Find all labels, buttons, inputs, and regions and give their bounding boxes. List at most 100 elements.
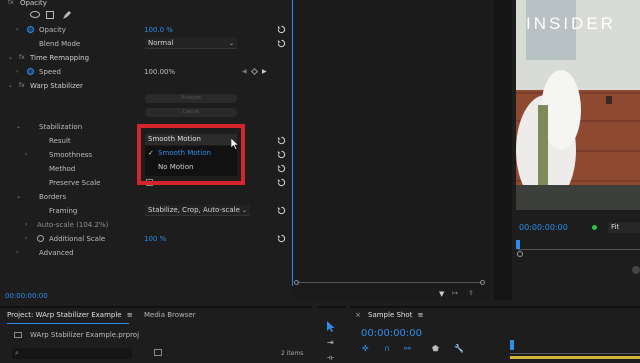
menu-icon[interactable]: ≡ xyxy=(418,311,424,319)
time-remapping-header: Time Remapping xyxy=(30,54,90,62)
scroll-handle-right[interactable] xyxy=(480,280,485,285)
autoscale-label: Auto-scale (104.2%) xyxy=(37,221,109,229)
opacity-value[interactable]: 100.0 % xyxy=(144,23,173,37)
expand-arrow-icon[interactable]: › xyxy=(25,218,27,232)
previous-keyframe-icon[interactable]: ◀ xyxy=(242,65,247,79)
tab-media-browser[interactable]: Media Browser xyxy=(144,311,196,319)
dropdown-option-no-motion[interactable]: No Motion xyxy=(145,161,237,173)
pen-mask-icon[interactable] xyxy=(62,10,72,22)
ripple-edit-tool-icon[interactable]: ⟛ xyxy=(327,353,334,363)
timeline-timecode[interactable]: 00:00:00:00 xyxy=(361,328,422,339)
program-ruler[interactable] xyxy=(516,240,640,250)
export-frame-icon[interactable]: ↦ xyxy=(452,289,458,297)
opacity-label: Opacity xyxy=(39,26,66,34)
expand-arrow-icon[interactable]: ⌄ xyxy=(16,120,21,134)
tab-sample-shot[interactable]: Sample Shot ≡ xyxy=(368,311,424,319)
fit-select[interactable]: Fit xyxy=(608,222,640,233)
speed-value[interactable]: 100.00% xyxy=(144,65,175,79)
framing-select[interactable]: Stabilize, Crop, Auto-scale ⌄ xyxy=(145,205,250,216)
selection-tool-icon[interactable] xyxy=(326,320,336,332)
scroll-handle-left[interactable] xyxy=(294,280,299,285)
program-scrollbar[interactable] xyxy=(632,266,640,274)
sequence-tab-label: Sample Shot xyxy=(368,311,413,319)
project-search-input[interactable]: ⌕ xyxy=(12,348,132,359)
expand-arrow-icon[interactable]: ⌄ xyxy=(8,79,13,93)
playhead-icon[interactable] xyxy=(516,240,520,249)
timeline-scrollbar[interactable] xyxy=(294,280,485,287)
stopwatch-icon[interactable] xyxy=(27,68,34,75)
expand-arrow-icon[interactable]: › xyxy=(25,148,27,162)
stopwatch-icon[interactable] xyxy=(37,235,44,242)
reset-icon[interactable] xyxy=(277,136,286,145)
marker-icon[interactable]: ⬟ xyxy=(432,344,439,353)
wrench-icon[interactable]: 🔧 xyxy=(454,344,464,353)
time-remapping-row[interactable]: ⌄ fx Time Remapping xyxy=(0,51,292,65)
blend-mode-select[interactable]: Normal ⌄ xyxy=(145,38,237,49)
close-icon[interactable]: × xyxy=(355,311,361,319)
timeline-toolbar: ✜ ∩ ⚯ ⬟ 🔧 xyxy=(362,344,472,356)
opacity-property-row: › Opacity 100.0 % xyxy=(0,23,292,37)
reset-icon[interactable] xyxy=(277,178,286,187)
expand-arrow-icon[interactable]: › xyxy=(16,23,18,37)
effect-controls-timeline: ▼ ↦ ⇪ xyxy=(292,0,494,300)
new-bin-icon[interactable] xyxy=(154,349,162,356)
smoothness-label: Smoothness xyxy=(49,151,93,159)
borders-row[interactable]: ⌄ Borders xyxy=(0,190,292,204)
reset-icon[interactable] xyxy=(277,25,286,34)
autoscale-row: › Auto-scale (104.2%) xyxy=(0,218,292,232)
warp-stabilizer-row[interactable]: ⌄ fx Warp Stabilizer xyxy=(0,79,292,93)
speed-row: › Speed 100.00% ◀ ▶ xyxy=(0,65,292,79)
expand-arrow-icon[interactable]: ⌄ xyxy=(16,190,21,204)
analyze-button[interactable]: Analyze xyxy=(145,94,237,103)
expand-arrow-icon[interactable]: › xyxy=(16,65,18,79)
playhead-icon[interactable] xyxy=(510,340,514,350)
add-keyframe-icon[interactable] xyxy=(250,67,259,76)
effect-controls-panel: fx Opacity › Opacity 100.0 % Blend Mode … xyxy=(0,0,292,302)
additional-scale-value[interactable]: 100 % xyxy=(144,232,166,246)
blend-mode-label: Blend Mode xyxy=(39,40,81,48)
effect-controls-timecode[interactable]: 00:00:00:00 xyxy=(5,292,48,300)
expand-arrow-icon[interactable]: ⌄ xyxy=(8,51,13,65)
tab-project[interactable]: Project: WArp Stabilizer Example ≡ xyxy=(7,311,133,319)
speed-label: Speed xyxy=(39,68,61,76)
work-area-bar[interactable] xyxy=(510,356,640,359)
snap-icon[interactable]: ∩ xyxy=(384,344,390,353)
opacity-effect-row[interactable]: fx Opacity xyxy=(0,0,292,10)
method-label: Method xyxy=(49,165,76,173)
ellipse-mask-icon[interactable] xyxy=(30,11,40,18)
reset-icon[interactable] xyxy=(277,234,286,243)
reset-icon[interactable] xyxy=(277,164,286,173)
blend-mode-row: Blend Mode Normal ⌄ xyxy=(0,37,292,51)
menu-icon[interactable]: ≡ xyxy=(127,311,133,319)
filter-icon[interactable]: ▼ xyxy=(439,290,444,298)
reset-icon[interactable] xyxy=(277,39,286,48)
program-timecode[interactable]: 00:00:00:00 xyxy=(519,223,568,232)
expand-arrow-icon[interactable]: › xyxy=(16,246,18,260)
tools-panel: ⇥ ⟛ xyxy=(318,306,346,363)
expand-arrow-icon[interactable]: › xyxy=(25,232,27,246)
rectangle-mask-icon[interactable] xyxy=(46,11,54,19)
track-select-tool-icon[interactable]: ⇥ xyxy=(327,338,334,347)
result-select[interactable]: Smooth Motion xyxy=(145,134,237,145)
panel-divider[interactable] xyxy=(494,0,512,300)
next-keyframe-icon[interactable]: ▶ xyxy=(262,65,267,79)
timeline-panel: × Sample Shot ≡ 00:00:00:00 ✜ ∩ ⚯ ⬟ 🔧 xyxy=(350,306,640,360)
scroll-handle-left[interactable] xyxy=(517,251,523,257)
cancel-button[interactable]: Cancel xyxy=(145,108,237,117)
checkmark-icon: ✓ xyxy=(148,149,154,157)
dropdown-option-smooth-motion[interactable]: ✓ Smooth Motion xyxy=(145,147,237,159)
share-icon[interactable]: ⇪ xyxy=(468,289,474,297)
preserve-scale-label: Preserve Scale xyxy=(49,179,101,187)
stopwatch-icon[interactable] xyxy=(27,26,34,33)
chevron-down-icon: ⌄ xyxy=(228,40,234,47)
reset-icon[interactable] xyxy=(277,206,286,215)
insert-sequence-icon[interactable]: ✜ xyxy=(362,344,369,353)
advanced-row[interactable]: › Advanced xyxy=(0,246,292,260)
project-file-name: WArp Stabilizer Example.prproj xyxy=(30,331,140,339)
reset-icon[interactable] xyxy=(277,150,286,159)
additional-scale-row: › Additional Scale 100 % xyxy=(0,232,292,246)
project-panel: Project: WArp Stabilizer Example ≡ Media… xyxy=(0,306,312,360)
timeline-ruler[interactable] xyxy=(510,338,640,354)
linked-selection-icon[interactable]: ⚯ xyxy=(404,344,411,353)
framing-label: Framing xyxy=(49,207,78,215)
